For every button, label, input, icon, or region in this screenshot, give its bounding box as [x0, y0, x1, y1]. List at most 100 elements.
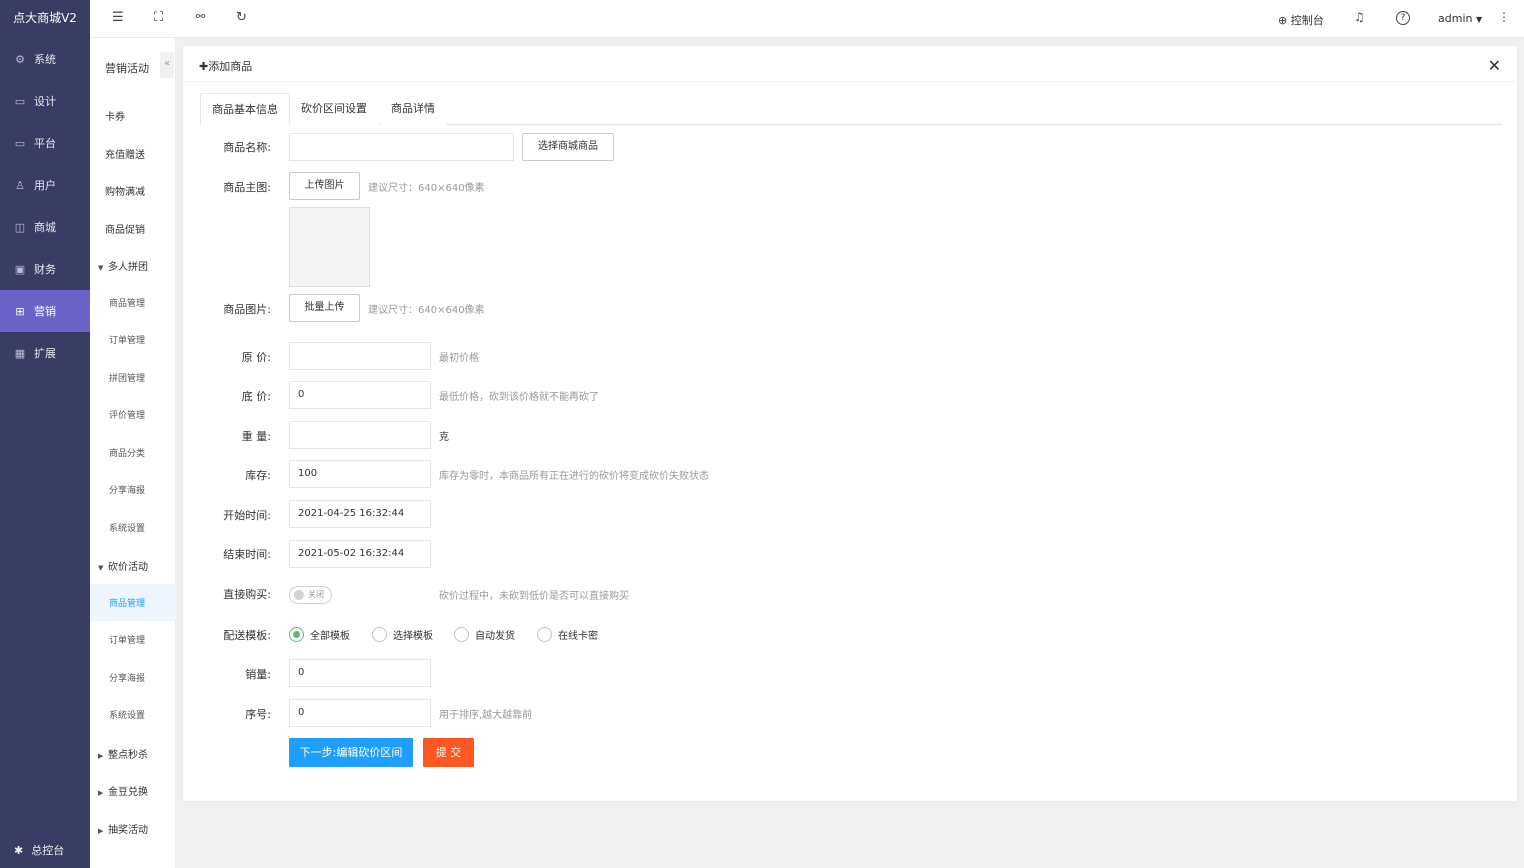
panel-title: ✚添加商品	[199, 58, 252, 74]
direct-buy-switch[interactable]: 关闭	[289, 586, 332, 604]
delivery-radio-select[interactable]: 选择模板	[372, 627, 433, 642]
refresh-icon[interactable]: ↻	[236, 10, 247, 25]
caret-down-icon: ▼	[98, 564, 104, 572]
sort-order-input[interactable]: 0	[289, 699, 431, 727]
nav-item-design[interactable]: ▭ 设计	[0, 80, 90, 122]
nav-item-finance[interactable]: ▣ 财务	[0, 248, 90, 290]
top-toolbar: ☰ ⛶ ⚯ ↻ ⊕ 控制台 ♫ ? admin ▼ ⋮	[90, 0, 1524, 38]
batch-upload-button[interactable]: 批量上传	[289, 294, 360, 322]
panel-title-text: 添加商品	[208, 60, 253, 73]
radio-label: 自动发货	[475, 631, 515, 642]
submenu-group-kanjia[interactable]: ▼ 砍价活动	[98, 558, 148, 573]
delivery-radio-online-card[interactable]: 在线卡密	[537, 627, 598, 642]
next-step-button[interactable]: 下一步:编辑砍价区间	[289, 738, 413, 767]
nav-item-extend[interactable]: ▦ 扩展	[0, 332, 90, 374]
finance-icon: ▣	[14, 262, 26, 276]
sort-order-label: 序号:	[245, 708, 271, 721]
grid-icon: ▦	[14, 346, 26, 360]
radio-label: 全部模板	[310, 631, 350, 642]
goods-name-label: 商品名称:	[223, 141, 271, 154]
submenu-child[interactable]: 订单管理	[109, 633, 145, 646]
stock-hint: 库存为零时，本商品所有正在进行的砍价将变成砍价失败状态	[439, 471, 709, 482]
close-icon[interactable]: ✕	[1488, 56, 1501, 75]
bell-icon[interactable]: ♫	[1354, 10, 1365, 24]
direct-buy-hint: 砍价过程中，未砍到低价是否可以直接购买	[439, 591, 629, 602]
brand-logo[interactable]: 点大商城V2	[0, 0, 90, 38]
submenu-child[interactable]: 系统设置	[109, 708, 145, 721]
radio-label: 在线卡密	[558, 631, 598, 642]
submenu-item-recharge[interactable]: 充值赠送	[105, 146, 145, 161]
tab-basic-info[interactable]: 商品基本信息	[200, 93, 290, 125]
nav-item-system[interactable]: ⚙ 系统	[0, 38, 90, 80]
select-goods-button[interactable]: 选择商城商品	[522, 133, 614, 161]
goods-name-input[interactable]	[289, 133, 514, 161]
stock-input[interactable]: 100	[289, 460, 431, 488]
tab-goods-detail[interactable]: 商品详情	[380, 93, 446, 125]
submenu-child[interactable]: 商品管理	[109, 296, 145, 309]
user-menu[interactable]: admin ▼	[1438, 12, 1482, 25]
submenu-group-pintuan[interactable]: ▼ 多人拼团	[98, 258, 148, 273]
tab-price-range[interactable]: 砍价区间设置	[290, 93, 378, 125]
submenu-item-coupon[interactable]: 卡券	[105, 108, 125, 123]
help-icon[interactable]: ?	[1396, 11, 1410, 25]
submenu-group-lottery[interactable]: ▶ 抽奖活动	[98, 821, 148, 836]
delivery-radio-all[interactable]: 全部模板	[289, 627, 350, 642]
start-time-label: 开始时间:	[223, 509, 271, 522]
main-image-label: 商品主图:	[223, 181, 271, 194]
stock-label: 库存:	[245, 469, 271, 482]
plus-icon: ✚	[199, 60, 209, 73]
sales-input[interactable]: 0	[289, 659, 431, 687]
submenu-child[interactable]: 分享海报	[109, 483, 145, 496]
floor-price-input[interactable]: 0	[289, 381, 431, 409]
console-link[interactable]: ✱ 总控台	[14, 842, 64, 858]
caret-right-icon: ▶	[98, 789, 104, 797]
radio-label: 选择模板	[393, 631, 433, 642]
menu-fold-icon[interactable]: ☰	[112, 10, 124, 25]
console-gear-icon: ✱	[14, 843, 24, 857]
submenu-child[interactable]: 订单管理	[109, 333, 145, 346]
submenu-child[interactable]: 评价管理	[109, 408, 145, 421]
collapse-submenu-button[interactable]: «	[160, 52, 174, 78]
weight-input[interactable]	[289, 421, 431, 449]
caret-right-icon: ▶	[98, 752, 104, 760]
switch-knob	[294, 590, 304, 600]
delivery-radio-auto[interactable]: 自动发货	[454, 627, 515, 642]
submit-button[interactable]: 提 交	[423, 738, 474, 767]
end-time-label: 结束时间:	[223, 548, 271, 561]
end-time-input[interactable]: 2021-05-02 16:32:44	[289, 540, 431, 568]
add-goods-panel: ✚添加商品 ✕ 商品基本信息 砍价区间设置 商品详情 商品名称: 选择商城商品 …	[182, 45, 1518, 802]
submenu-child[interactable]: 系统设置	[109, 521, 145, 534]
nav-item-user[interactable]: ♙ 用户	[0, 164, 90, 206]
nav-label: 系统	[34, 53, 56, 66]
username: admin	[1438, 12, 1473, 25]
upload-image-button[interactable]: 上传图片	[289, 172, 360, 200]
submenu-child-active[interactable]: 商品管理	[109, 596, 145, 609]
radio-circle	[289, 627, 304, 642]
start-time-input[interactable]: 2021-04-25 16:32:44	[289, 500, 431, 528]
nav-item-marketing[interactable]: ⊞ 营销	[0, 290, 90, 332]
fullscreen-icon[interactable]: ⛶	[154, 10, 163, 25]
main-image-size-hint: 建议尺寸：640×640像素	[368, 183, 485, 194]
nav-item-shop[interactable]: ◫ 商城	[0, 206, 90, 248]
submenu-item-promotion[interactable]: 商品促销	[105, 221, 145, 236]
submenu-group-seckill[interactable]: ▶ 整点秒杀	[98, 746, 148, 761]
control-panel-link[interactable]: ⊕ 控制台	[1278, 12, 1324, 28]
link-icon[interactable]: ⚯	[196, 10, 205, 23]
submenu-item-fullcut[interactable]: 购物满减	[105, 183, 145, 198]
platform-icon: ▭	[14, 136, 26, 150]
gift-icon: ⊞	[15, 304, 25, 318]
user-icon: ♙	[15, 178, 25, 192]
floor-price-label: 底 价:	[241, 390, 271, 403]
original-price-hint: 最初价格	[439, 353, 479, 364]
nav-item-platform[interactable]: ▭ 平台	[0, 122, 90, 164]
submenu-child[interactable]: 拼团管理	[109, 371, 145, 384]
gear-icon: ⚙	[15, 52, 25, 66]
more-vertical-icon[interactable]: ⋮	[1498, 10, 1510, 24]
submenu-child[interactable]: 商品分类	[109, 446, 145, 459]
submenu-child[interactable]: 分享海报	[109, 671, 145, 684]
radio-circle	[372, 627, 387, 642]
globe-icon: ⊕	[1278, 14, 1288, 27]
submenu-group-bean[interactable]: ▶ 金豆兑换	[98, 783, 148, 798]
group-label: 砍价活动	[108, 562, 148, 573]
original-price-input[interactable]	[289, 342, 431, 370]
